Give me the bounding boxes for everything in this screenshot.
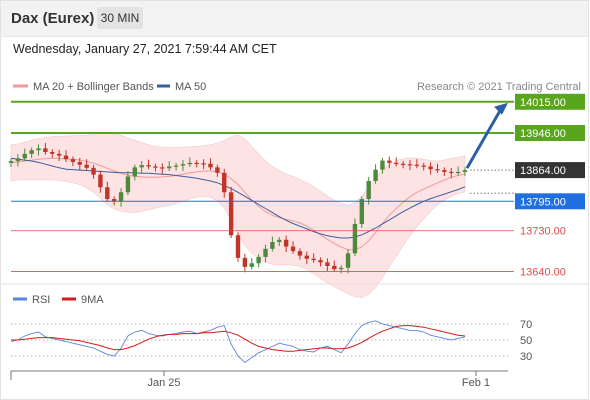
candle-body [455, 171, 461, 174]
candle-body [70, 159, 76, 162]
candle-body [338, 267, 344, 270]
candle-body [228, 192, 234, 236]
rsi-tick-label: 70 [520, 319, 532, 331]
candle-body [118, 192, 124, 202]
candle-body [242, 257, 248, 267]
candle-body [263, 248, 268, 257]
candle-body [421, 165, 426, 167]
candle-body [442, 170, 447, 172]
candle-body [462, 170, 468, 172]
candle-body [153, 166, 158, 168]
candle-body [304, 255, 309, 259]
level-label-pivot: 13795.00 [520, 196, 566, 208]
candle-body [277, 239, 282, 243]
candle-body [311, 258, 316, 261]
candle-body [435, 169, 440, 171]
candle-body [449, 171, 454, 174]
chart-credit: Research © 2021 Trading Central [417, 81, 581, 93]
candle-body [77, 161, 82, 165]
candle-body [146, 165, 151, 167]
candle-body [332, 266, 337, 270]
candle-body [125, 176, 131, 193]
candle-body [325, 262, 330, 266]
candle-body [132, 167, 138, 177]
candle-body [366, 180, 371, 200]
price-chart: MA 20 + Bollinger Bands MA 50 Research © 2… [0, 81, 588, 389]
legend-label-9ma: 9MA [81, 294, 104, 306]
candle-body [373, 169, 378, 181]
candle-body [400, 163, 406, 165]
candle-body [139, 165, 144, 168]
candle-body [167, 166, 172, 169]
projection-arrow [465, 110, 502, 169]
candle-body [235, 235, 241, 258]
candle-body [98, 174, 103, 188]
candle-body [8, 161, 14, 163]
level-label-last: 13864.00 [520, 165, 566, 177]
candle-body [36, 148, 41, 151]
projection-arrow-head [494, 102, 508, 115]
level-label-support: 13730.00 [520, 226, 566, 238]
candle-body [84, 164, 89, 168]
candle-body [249, 263, 254, 267]
candle-body [208, 163, 213, 168]
level-label-resistance: 13946.00 [520, 128, 566, 140]
candle-body [187, 162, 193, 165]
candle-body [105, 187, 110, 200]
candle-body [394, 162, 399, 165]
rsi-9ma-line [11, 325, 466, 352]
candle-body [215, 167, 220, 173]
legend-label-ma20: MA 20 + Bollinger Bands [33, 81, 154, 93]
legend-label-rsi: RSI [32, 294, 50, 306]
x-tick-label: Jan 25 [147, 377, 180, 389]
candle-body [387, 160, 392, 163]
candle-body [256, 256, 261, 264]
candle-body [15, 158, 21, 162]
rsi-tick-label: 30 [520, 351, 532, 363]
candle-body [283, 239, 289, 247]
candle-body [91, 167, 96, 175]
legend-label-ma50: MA 50 [175, 81, 206, 93]
candle-body [380, 160, 385, 170]
candle-body [29, 150, 34, 154]
candle-body [407, 164, 413, 166]
candle-body [359, 199, 365, 224]
candle-body [414, 164, 420, 166]
candle-body [318, 260, 323, 263]
candle-body [297, 251, 303, 256]
candle-body [201, 163, 206, 165]
candle-body [43, 148, 48, 152]
candle-body [173, 165, 179, 167]
candle-body [428, 166, 433, 170]
candle-body [352, 223, 358, 254]
candle-body [345, 253, 351, 268]
x-tick-label: Feb 1 [462, 377, 490, 389]
candle-body [180, 164, 186, 166]
candle-body [56, 153, 62, 156]
candle-body [160, 167, 165, 169]
level-label-resistance: 14015.00 [520, 97, 566, 109]
candle-body [22, 153, 27, 159]
candle-body [222, 172, 227, 193]
candle-body [270, 242, 275, 249]
candle-body [50, 152, 55, 154]
level-label-support: 13640.00 [520, 266, 566, 278]
candle-body [194, 162, 199, 165]
rsi-tick-label: 50 [520, 335, 532, 347]
candle-body [290, 246, 296, 252]
candle-body [63, 155, 69, 160]
